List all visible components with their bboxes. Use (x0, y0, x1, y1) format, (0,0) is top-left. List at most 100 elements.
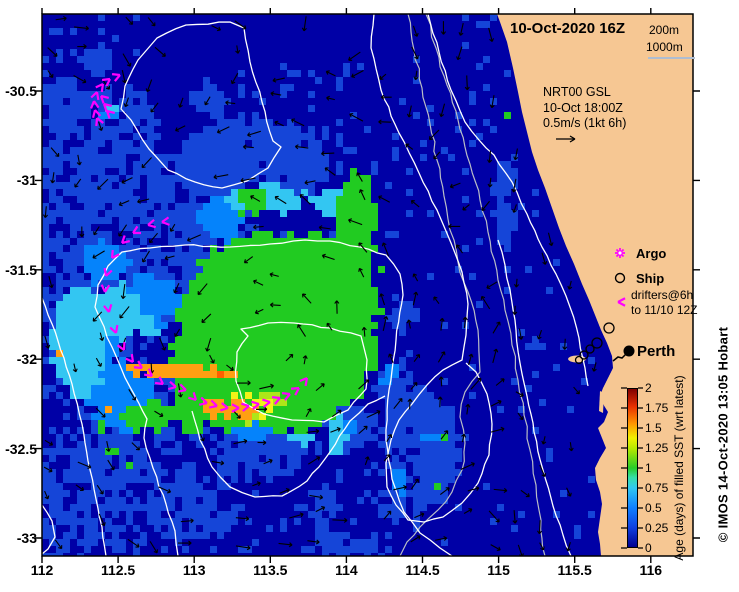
current-vector-arrow (568, 442, 574, 452)
current-vector-arrow (107, 459, 115, 471)
drifter-arrow (262, 398, 271, 408)
y-axis-label: -30.5 (5, 83, 37, 99)
drifter-arrow (198, 396, 208, 406)
current-vector-arrow (254, 308, 264, 315)
current-vector-arrow (514, 278, 520, 288)
current-vector-arrow (99, 332, 105, 341)
current-vector-arrow (127, 538, 140, 548)
current-vector-arrow (307, 539, 320, 545)
current-vector-arrow (435, 535, 448, 541)
drifter-marker-icon (617, 297, 626, 307)
current-vector-arrow (410, 382, 418, 390)
current-vector-arrow (233, 410, 241, 419)
drifter-arrow (208, 399, 218, 409)
y-axis-label: -33 (16, 530, 37, 546)
gsl-annotation: NRT00 GSL 10-Oct 18:00Z 0.5m/s (1kt 6h) (543, 85, 626, 132)
argo-marker-center (618, 251, 622, 255)
current-vector-arrow (410, 478, 419, 490)
current-vector-arrow (547, 232, 554, 247)
drifter-arrow (109, 324, 119, 334)
current-vector-arrow (379, 293, 386, 306)
current-vector-arrow (520, 489, 530, 498)
current-vector-arrow (269, 272, 279, 278)
current-vector-arrow (92, 250, 105, 259)
drifter-arrow (125, 353, 135, 363)
drifter-arrow (281, 392, 291, 401)
isobath-200m-label: 200m (649, 23, 680, 37)
current-vector-arrow (197, 283, 208, 296)
colorbar-tick-label: 0.25 (645, 521, 669, 535)
current-vector-arrow (54, 539, 63, 550)
current-vector-arrow (177, 540, 192, 546)
current-vector-arrow (517, 412, 524, 421)
current-vector-arrow (186, 234, 202, 242)
drifter-arrow (105, 109, 116, 119)
drifter-arrow (167, 380, 177, 391)
imos-credit: © IMOS 14-Oct-2020 13:05 Hobart (715, 326, 731, 543)
current-vector-arrow (159, 337, 167, 351)
current-vector-arrow (382, 316, 389, 331)
current-vector-arrow (378, 119, 392, 125)
current-vector-arrow (253, 224, 264, 230)
current-vector-arrow (149, 541, 158, 554)
current-vector-arrow (566, 487, 572, 497)
current-vector-arrow (74, 178, 82, 188)
current-vector-arrow (205, 337, 212, 352)
current-vector-arrow (235, 516, 250, 522)
current-vector-arrow (47, 47, 58, 57)
drifter-arrow (188, 392, 198, 402)
current-vector-arrow (235, 545, 251, 551)
current-vector-arrow (495, 378, 505, 386)
current-vector-arrow (315, 383, 325, 392)
current-vector-arrow (388, 353, 394, 363)
y-axis-label: -32.5 (5, 440, 37, 457)
legend-drifters-label-1: drifters@6h (631, 288, 694, 302)
current-vector-arrow (173, 282, 180, 294)
sst-age-map-figure: 10-Oct-2020 16Z 200m 1000m NRT00 GSL 10-… (0, 0, 739, 592)
drifter-arrow (90, 100, 100, 109)
current-vector-arrow (465, 403, 471, 415)
current-vector-arrow (325, 70, 336, 77)
current-vector-arrow (326, 322, 333, 331)
current-vector-arrow (79, 226, 85, 238)
current-vector-arrow (332, 517, 348, 523)
current-vector-arrow (490, 544, 501, 551)
current-vector-arrow (321, 151, 335, 157)
current-vector-arrow (302, 293, 312, 304)
current-vector-arrow (321, 253, 335, 261)
current-vector-arrow (118, 224, 128, 237)
y-axis-label: -32 (16, 351, 37, 368)
current-vector-arrow (225, 100, 236, 106)
current-vector-arrow (237, 380, 251, 386)
current-vector-arrow (141, 250, 150, 263)
current-vector-arrow (393, 397, 403, 410)
current-vector-arrow (536, 329, 543, 340)
colorbar-tick-label: 0 (645, 541, 652, 555)
current-vector-arrow (358, 379, 370, 390)
current-vector-arrow (413, 354, 421, 363)
current-vector-arrow (437, 351, 446, 363)
colorbar-axis-label: Age (days) of filled SST (wrt latest) (672, 375, 686, 561)
current-vector-arrow (361, 326, 367, 337)
drifter-arrow (95, 83, 105, 93)
current-vector-arrow (44, 439, 54, 446)
current-vector-arrow (456, 46, 463, 61)
current-vector-arrow (492, 321, 501, 334)
current-vector-arrow (458, 22, 464, 36)
current-vector-arrow (72, 363, 78, 373)
colorbar-tick-label: 2 (645, 381, 652, 395)
current-vector-arrow (150, 102, 159, 113)
current-vector-arrow (306, 428, 320, 434)
ssh-contour-line (427, 14, 589, 387)
current-vector-arrow (573, 386, 580, 395)
current-vector-arrow (305, 408, 312, 417)
ssh-contour-line (42, 297, 107, 556)
drifter-arrow (220, 402, 229, 412)
ssh-contour-line (120, 21, 282, 189)
current-vector-arrow (44, 335, 51, 349)
current-vector-arrow (123, 97, 129, 108)
colorbar-tick-label: 1 (645, 461, 652, 475)
current-vector-arrow (489, 95, 495, 109)
drifter-arrow (147, 218, 156, 229)
current-vector-arrow (95, 407, 106, 418)
